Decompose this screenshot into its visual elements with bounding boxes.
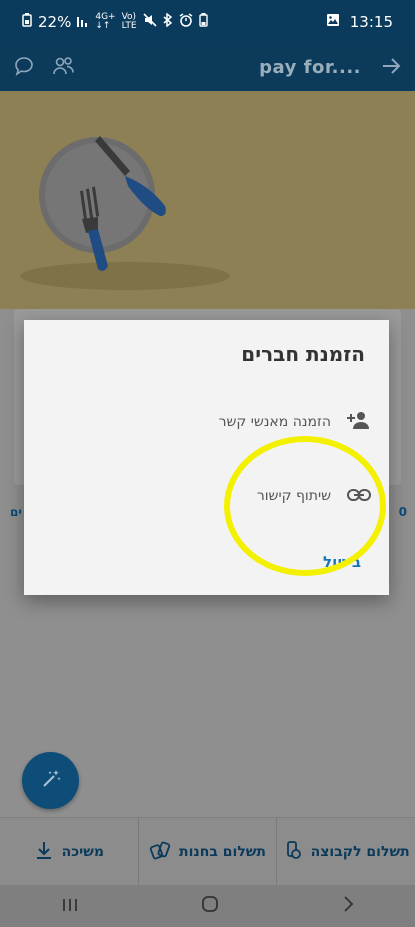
battery-icon <box>198 13 208 31</box>
magic-wand-icon <box>40 768 62 794</box>
page-title: pay for.... <box>259 57 361 78</box>
withdraw-icon <box>34 840 54 864</box>
hero-illustration <box>0 91 415 309</box>
battery-saver-icon <box>22 13 32 31</box>
gallery-notification-icon <box>326 13 340 31</box>
add-person-icon <box>347 410 371 434</box>
pay-store-button[interactable]: תשלום בחנות <box>137 818 277 885</box>
status-bar: 22% 4G+ ↓↑ Vo) LTE 13:15 <box>0 0 415 44</box>
mute-icon <box>142 13 157 31</box>
magic-wand-fab[interactable] <box>22 752 79 809</box>
volte-indicator: Vo) LTE <box>121 12 137 31</box>
pay-group-button[interactable]: תשלום לקבוצה <box>276 818 415 885</box>
alarm-icon <box>179 13 193 31</box>
pay-group-icon <box>283 840 303 864</box>
system-nav-bar <box>0 885 415 927</box>
home-icon[interactable] <box>201 894 219 918</box>
dialog-title: הזמנת חברים <box>241 342 365 366</box>
left-indicator: ים <box>10 505 22 519</box>
option-label: הזמנה מאנשי קשר <box>218 414 331 430</box>
network-type: 4G+ ↓↑ <box>95 12 116 31</box>
invite-from-contacts-option[interactable]: הזמנה מאנשי קשר <box>41 402 371 442</box>
battery-percent: 22% <box>38 13 72 31</box>
chat-icon[interactable] <box>14 56 34 80</box>
withdraw-button[interactable]: משיכה <box>0 818 138 885</box>
plate-cutlery-illustration <box>20 136 230 290</box>
app-bar: pay for.... <box>0 44 415 91</box>
recent-apps-icon[interactable] <box>61 894 79 918</box>
bottom-action-bar: תשלום לקבוצה תשלום בחנות משיכה <box>0 817 415 885</box>
group-members-icon[interactable] <box>52 56 76 80</box>
bluetooth-icon <box>163 12 173 31</box>
signal-icon <box>77 13 89 31</box>
back-icon[interactable] <box>342 894 354 918</box>
clock: 13:15 <box>349 13 393 31</box>
back-arrow-icon[interactable] <box>381 56 401 80</box>
right-indicator: 0 <box>398 505 407 519</box>
highlight-circle <box>224 436 386 576</box>
pay-store-icon <box>149 840 171 864</box>
